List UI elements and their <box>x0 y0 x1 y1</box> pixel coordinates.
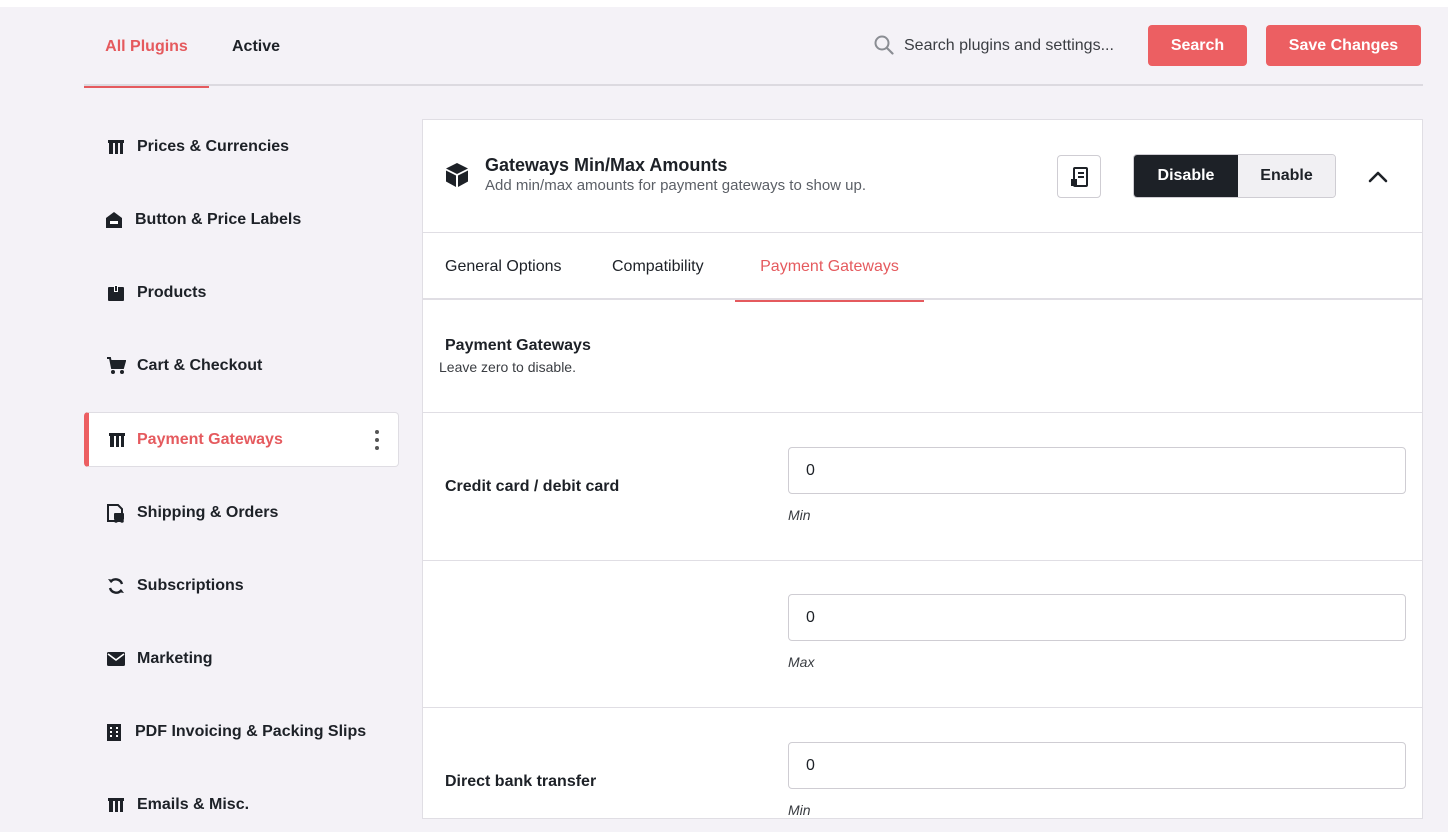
search-icon <box>874 35 894 55</box>
subtab-general-options[interactable]: General Options <box>445 233 562 300</box>
sidebar-item-prices-currencies[interactable]: Prices & Currencies <box>84 119 399 174</box>
setting-row-credit-card-max: Max <box>423 561 1422 708</box>
cube-icon <box>446 163 468 187</box>
setting-hint: Max <box>788 654 815 670</box>
sidebar-item-products[interactable]: Products <box>84 265 399 320</box>
section-header: Payment Gateways Leave zero to disable. <box>423 301 1422 413</box>
setting-row-bank-transfer-min: Direct bank transfer Min <box>423 708 1422 820</box>
sidebar-item-label: Emails & Misc. <box>137 795 250 813</box>
refresh-icon <box>106 576 126 596</box>
top-strip <box>0 0 1448 7</box>
tag-icon <box>106 795 126 815</box>
subtab-compatibility[interactable]: Compatibility <box>612 233 704 300</box>
enable-disable-toggle: Disable Enable <box>1133 154 1336 198</box>
sidebar-item-marketing[interactable]: Marketing <box>84 631 399 686</box>
gateway-icon <box>107 430 127 450</box>
sidebar-item-shipping-orders[interactable]: Shipping & Orders <box>84 485 399 540</box>
sidebar-item-label: Cart & Checkout <box>137 356 263 374</box>
tab-all-plugins[interactable]: All Plugins <box>84 7 209 88</box>
section-title: Payment Gateways <box>445 337 591 354</box>
sidebar-item-pdf-invoicing[interactable]: PDF Invoicing & Packing Slips <box>84 704 399 759</box>
sidebar-item-cart-checkout[interactable]: Cart & Checkout <box>84 338 399 393</box>
setting-hint: Min <box>788 507 811 523</box>
cart-icon <box>106 356 126 376</box>
search-input[interactable] <box>904 33 1154 59</box>
sidebar-item-label: Marketing <box>137 649 213 667</box>
mail-icon <box>106 649 126 669</box>
enable-button[interactable]: Enable <box>1238 155 1335 197</box>
setting-hint: Min <box>788 802 811 818</box>
module-description: Add min/max amounts for payment gateways… <box>485 177 867 194</box>
sidebar-item-label: Payment Gateways <box>137 430 283 448</box>
credit-card-min-input[interactable] <box>788 447 1406 494</box>
sidebar-item-label: PDF Invoicing & Packing Slips <box>135 722 367 740</box>
sidebar-item-label: Subscriptions <box>137 576 244 594</box>
sidebar-item-button-price-labels[interactable]: Button & Price Labels <box>84 192 399 247</box>
tag-icon <box>106 137 126 157</box>
bank-transfer-min-input[interactable] <box>788 742 1406 789</box>
setting-label: Credit card / debit card <box>445 478 620 495</box>
sidebar-item-label: Button & Price Labels <box>135 210 302 228</box>
sidebar-item-label: Prices & Currencies <box>137 137 290 155</box>
module-subtabs: General Options Compatibility Payment Ga… <box>423 233 1422 302</box>
building-icon <box>104 722 124 742</box>
disable-button[interactable]: Disable <box>1134 155 1238 197</box>
module-header: Gateways Min/Max Amounts Add min/max amo… <box>423 120 1422 233</box>
credit-card-max-input[interactable] <box>788 594 1406 641</box>
more-options-icon[interactable] <box>374 430 380 450</box>
tab-active[interactable]: Active <box>216 7 296 86</box>
sidebar-item-subscriptions[interactable]: Subscriptions <box>84 558 399 613</box>
setting-label: Direct bank transfer <box>445 773 597 790</box>
setting-row-credit-card-min: Credit card / debit card Min <box>423 413 1422 561</box>
document-icon <box>1071 166 1088 187</box>
chevron-up-icon[interactable] <box>1367 168 1389 186</box>
module-panel: Gateways Min/Max Amounts Add min/max amo… <box>422 119 1423 819</box>
module-title: Gateways Min/Max Amounts <box>485 155 728 175</box>
search-button[interactable]: Search <box>1148 25 1247 66</box>
sidebar-item-label: Shipping & Orders <box>137 503 279 521</box>
box-icon <box>106 283 126 303</box>
subtab-payment-gateways[interactable]: Payment Gateways <box>735 233 924 302</box>
sidebar-item-label: Products <box>137 283 207 301</box>
save-changes-button[interactable]: Save Changes <box>1266 25 1421 66</box>
shipping-icon <box>106 503 126 523</box>
sidebar-item-emails-misc[interactable]: Emails & Misc. <box>84 777 399 832</box>
label-icon <box>104 210 124 230</box>
sidebar-item-payment-gateways[interactable]: Payment Gateways <box>84 412 399 467</box>
documentation-button[interactable] <box>1057 155 1101 198</box>
section-description: Leave zero to disable. <box>439 359 576 375</box>
plugins-header: All Plugins Active Search Save Changes <box>84 7 1423 88</box>
